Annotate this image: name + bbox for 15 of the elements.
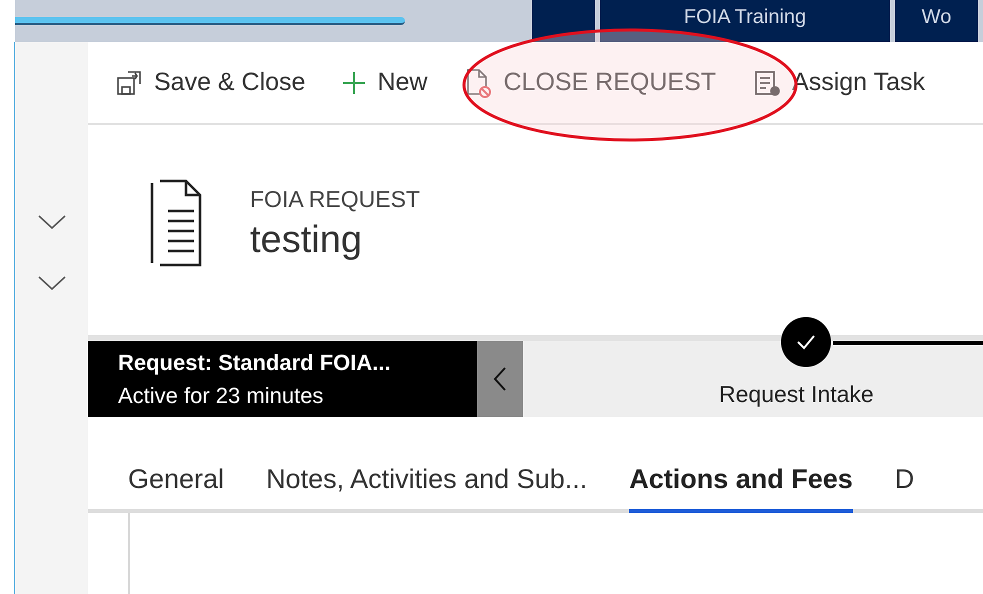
stage-label: Request Intake — [719, 380, 874, 409]
record-name: testing — [250, 218, 363, 262]
process-panel[interactable]: Request: Standard FOIA... Active for 23 minutes — [88, 341, 477, 417]
app-tab[interactable]: Wo — [895, 0, 978, 42]
form-tab[interactable]: D — [894, 458, 914, 513]
process-title: Request: Standard FOIA... — [118, 349, 392, 377]
process-duration: Active for 23 minutes — [118, 382, 324, 410]
command-button[interactable]: Save & Close — [108, 60, 312, 106]
record-type: FOIA REQUEST — [250, 185, 420, 214]
command-button[interactable]: CLOSE REQUEST — [457, 60, 722, 106]
form-tab[interactable]: Notes, Activities and Sub... — [266, 458, 588, 513]
form-tab[interactable]: General — [128, 458, 224, 513]
form-tab[interactable]: Actions and Fees — [629, 458, 853, 513]
app-tab[interactable]: FOIA Training — [600, 0, 890, 42]
command-button[interactable]: New — [335, 60, 434, 106]
